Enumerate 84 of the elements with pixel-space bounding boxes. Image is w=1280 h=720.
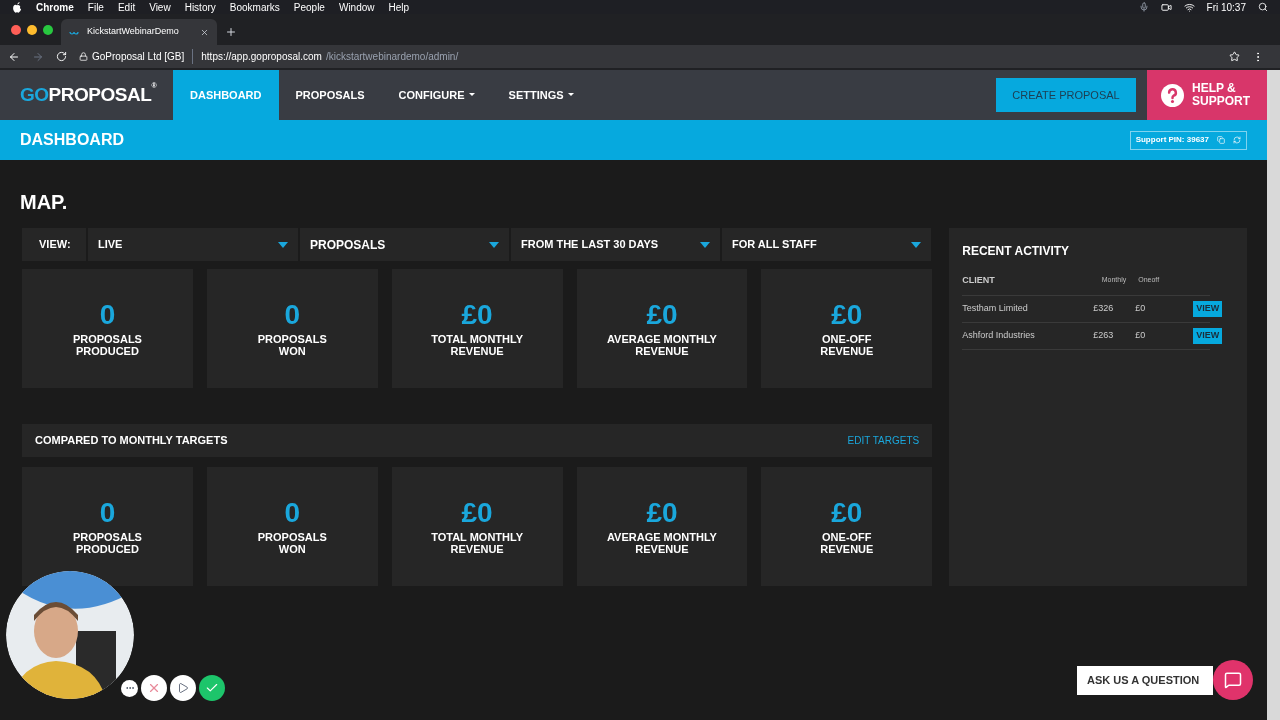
monthly-amount: £263 [1092, 329, 1114, 343]
support-pin: Support PIN: 39637 [1129, 130, 1247, 150]
site-identity: GoProposal Ltd [GB] [92, 49, 194, 64]
stat-label: ONE-OFF REVENUE [820, 332, 874, 357]
bookmark-star-icon[interactable] [1229, 51, 1240, 62]
browser-tab[interactable]: KickstartWebinarDemo [61, 19, 217, 45]
minimize-window-icon[interactable] [27, 24, 37, 35]
filter-dropdown[interactable]: FROM THE LAST 30 DAYS [511, 228, 720, 261]
play-icon [177, 682, 189, 694]
wifi-icon [1183, 1, 1195, 13]
close-tab-icon[interactable] [200, 27, 209, 37]
stat-label: AVERAGE MONTHLY REVENUE [606, 332, 717, 357]
check-icon [205, 681, 219, 695]
menu-item[interactable]: Bookmarks [229, 0, 280, 15]
view-button[interactable]: VIEW [1193, 328, 1223, 344]
camera-icon [1160, 1, 1172, 13]
stat-value: £0 [461, 300, 493, 329]
stat-value: £0 [461, 498, 493, 527]
stat-label: TOTAL MONTHLY REVENUE [431, 530, 524, 555]
oneoff-amount: £0 [1134, 329, 1146, 343]
new-tab-icon[interactable] [225, 26, 237, 38]
stat-value: £0 [646, 300, 678, 329]
stat-value: 0 [284, 498, 301, 527]
menu-item[interactable]: Window [338, 0, 375, 15]
stat-value: 0 [284, 300, 301, 329]
stat-label: PROPOSALS PRODUCED [72, 332, 142, 357]
caret-icon [700, 241, 710, 248]
close-icon [147, 681, 161, 695]
nav-tab[interactable]: SETTINGS [491, 70, 591, 120]
monthly-amount: £326 [1092, 302, 1114, 316]
zoom-window-icon[interactable] [43, 24, 53, 35]
view-label: VIEW: [22, 228, 86, 261]
view-button[interactable]: VIEW [1193, 301, 1223, 317]
question-icon [1161, 83, 1184, 107]
url-host: https://app.goproposal.com [200, 50, 322, 64]
stat-label: ONE-OFF REVENUE [820, 530, 874, 555]
edit-targets-link[interactable]: EDIT TARGETS [847, 433, 920, 448]
panel-title: RECENT ACTIVITY [962, 243, 1071, 260]
menu-item[interactable]: History [184, 0, 216, 15]
lock-icon [79, 52, 88, 61]
search-icon[interactable] [1258, 2, 1268, 12]
microphone-icon [1138, 2, 1149, 12]
ask-question-button[interactable]: ASK US A QUESTION [1077, 665, 1213, 695]
stat-label: PROPOSALS WON [257, 332, 327, 357]
apple-icon[interactable] [12, 1, 22, 13]
menu-item[interactable]: Chrome [36, 0, 74, 15]
reload-icon[interactable] [56, 51, 67, 62]
help-support-button[interactable]: HELP & SUPPORT [1147, 70, 1267, 120]
close-window-icon[interactable] [11, 24, 21, 35]
stat-value: 0 [99, 498, 116, 527]
nav-tab[interactable]: CONFIGURE [381, 70, 492, 120]
targets-title: COMPARED TO MONTHLY TARGETS [35, 433, 228, 449]
menu-item[interactable]: Help [388, 0, 410, 15]
caret-icon [489, 241, 499, 248]
create-proposal-button[interactable]: CREATE PROPOSAL [996, 78, 1136, 112]
stat-value: £0 [646, 498, 678, 527]
oneoff-amount: £0 [1134, 302, 1146, 316]
url-path: /kickstartwebinardemo/admin/ [325, 50, 459, 64]
page-title: DASHBOARD [20, 130, 124, 150]
menu-item[interactable]: View [149, 0, 171, 15]
client-name: Testham Limited [962, 302, 1029, 316]
filter-dropdown[interactable]: PROPOSALS [300, 228, 509, 261]
menu-item[interactable]: Edit [117, 0, 136, 15]
stat-label: PROPOSALS WON [257, 530, 327, 555]
favicon [69, 29, 79, 35]
chat-icon [1224, 671, 1242, 689]
client-name: Ashford Industries [962, 329, 1036, 343]
stat-value: £0 [831, 300, 863, 329]
filter-dropdown[interactable]: FOR ALL STAFF [722, 228, 931, 261]
section-title: MAP. [20, 190, 69, 213]
nav-tab[interactable]: PROPOSALS [278, 70, 382, 120]
caret-icon [278, 241, 288, 248]
back-icon[interactable] [8, 50, 20, 63]
filter-dropdown[interactable]: LIVE [88, 228, 298, 261]
stat-label: AVERAGE MONTHLY REVENUE [606, 530, 717, 555]
stat-value: 0 [99, 300, 116, 329]
clock: Fri 10:37 [1206, 0, 1246, 15]
stat-value: £0 [831, 498, 863, 527]
menu-item[interactable]: People [293, 0, 325, 15]
caret-icon [911, 241, 921, 248]
stat-label: PROPOSALS PRODUCED [72, 530, 142, 555]
stat-label: TOTAL MONTHLY REVENUE [431, 332, 524, 357]
menu-item[interactable]: File [87, 0, 104, 15]
column-header: CLIENT [962, 273, 996, 287]
